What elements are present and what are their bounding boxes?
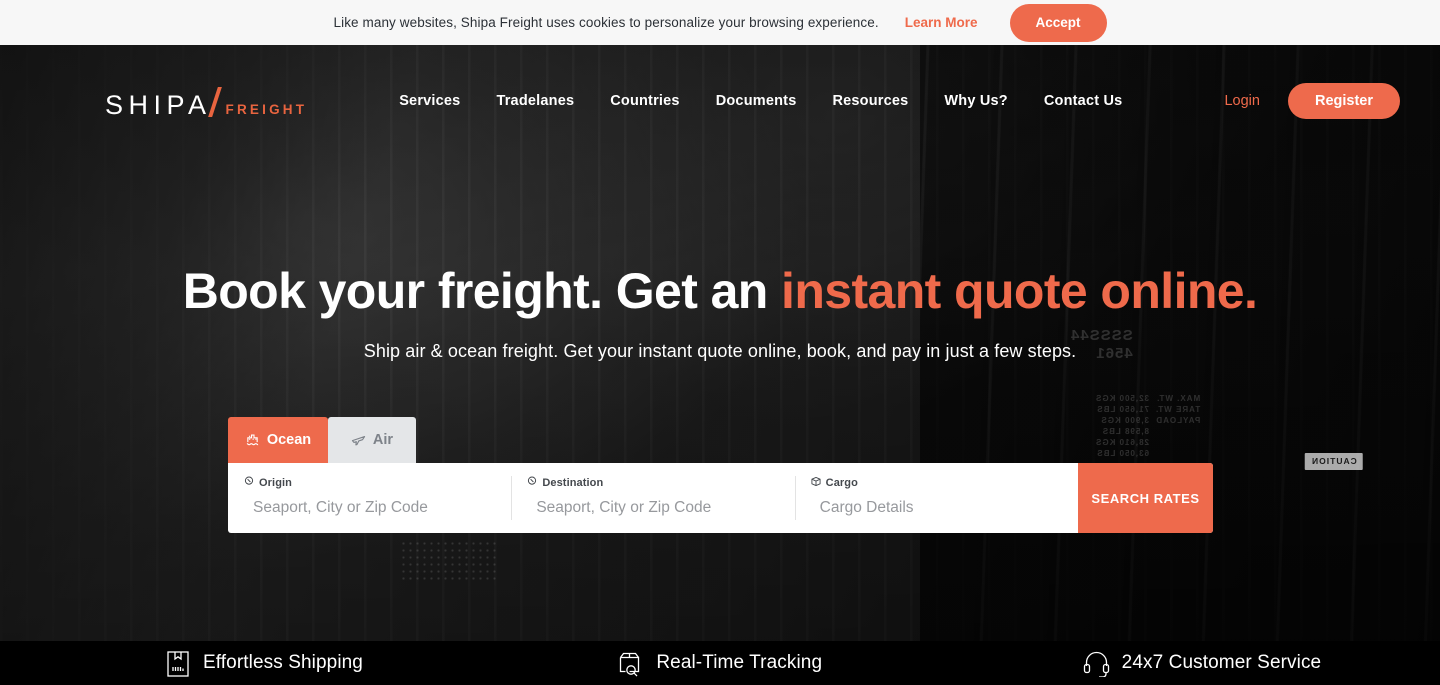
nav-item-resources[interactable]: Resources (832, 93, 908, 109)
nav-item-contact-us[interactable]: Contact Us (1044, 93, 1123, 109)
origin-label-text: Origin (259, 477, 292, 489)
main-navigation: SHIPA FREIGHT Services Tradelanes Countr… (0, 45, 1440, 157)
quote-search-widget: Ocean Air Origin Seaport, City or Zip Co… (228, 417, 1213, 533)
location-pin-icon (527, 476, 537, 490)
feature-real-time-tracking-label: Real-Time Tracking (656, 652, 823, 673)
tab-air[interactable]: Air (328, 417, 416, 463)
nav-account-actions: Login Register (1224, 83, 1400, 119)
transport-mode-tabs: Ocean Air (228, 417, 1213, 463)
decorative-dot-grid (400, 540, 496, 580)
hero-subheadline: Ship air & ocean freight. Get your insta… (363, 341, 1077, 361)
feature-highlights-bar: Effortless Shipping Real-Time Tracking 2… (0, 641, 1440, 685)
cargo-input[interactable] (819, 499, 1061, 517)
box-magnifier-icon (618, 650, 644, 677)
cookie-accept-button[interactable]: Accept (1009, 3, 1107, 42)
origin-field[interactable]: Origin (228, 463, 511, 533)
nav-links: Services Tradelanes Countries Documents … (399, 93, 1122, 109)
feature-real-time-tracking: Real-Time Tracking (522, 650, 975, 677)
plane-icon (351, 433, 366, 447)
nav-item-services[interactable]: Services (399, 93, 460, 109)
hero-headline-accent: instant quote online. (781, 263, 1258, 319)
nav-item-why-us[interactable]: Why Us? (944, 93, 1007, 109)
feature-customer-service-label: 24x7 Customer Service (1121, 652, 1322, 673)
nav-item-countries[interactable]: Countries (610, 93, 679, 109)
hero-headline-plain: Book your freight. Get an (182, 263, 782, 319)
origin-input[interactable] (253, 499, 494, 517)
nav-item-documents[interactable]: Documents (716, 93, 797, 109)
cargo-label-text: Cargo (825, 477, 858, 489)
destination-field-label: Destination (527, 476, 794, 490)
register-button[interactable]: Register (1287, 83, 1400, 119)
destination-label-text: Destination (542, 477, 604, 489)
nav-item-tradelanes[interactable]: Tradelanes (496, 93, 574, 109)
location-pin-icon (244, 476, 254, 490)
container-caution-marking: CAUTION (1305, 453, 1363, 470)
site-logo[interactable]: SHIPA FREIGHT (105, 84, 307, 119)
cookie-consent-bar: Like many websites, Shipa Freight uses c… (0, 0, 1440, 45)
hero-headline: Book your freight. Get an instant quote … (0, 263, 1440, 319)
headset-icon (1083, 650, 1110, 677)
logo-subtext: FREIGHT (225, 101, 308, 117)
tab-ocean-label: Ocean (266, 432, 312, 448)
login-link[interactable]: Login (1224, 93, 1259, 109)
feature-customer-service: 24x7 Customer Service (976, 650, 1440, 677)
tab-air-label: Air (372, 432, 394, 448)
cookie-message: Like many websites, Shipa Freight uses c… (333, 15, 879, 30)
box-icon (811, 476, 821, 490)
feature-effortless-shipping: Effortless Shipping (0, 650, 522, 677)
cargo-field[interactable]: Cargo (794, 463, 1078, 533)
origin-field-label: Origin (244, 476, 511, 490)
destination-input[interactable] (536, 499, 777, 517)
hero-section: SSSS44 4561 32,500 KGS 71,650 LBS 3,900 … (0, 45, 1440, 641)
cookie-learn-more-link[interactable]: Learn More (905, 15, 978, 30)
destination-field[interactable]: Destination (511, 463, 794, 533)
feature-effortless-shipping-label: Effortless Shipping (203, 652, 363, 673)
package-barcode-icon (165, 650, 191, 677)
logo-wordmark: SHIPA (105, 89, 212, 120)
hero-copy: Book your freight. Get an instant quote … (0, 263, 1440, 362)
ship-icon (245, 433, 260, 447)
search-rates-button[interactable]: SEARCH RATES (1077, 463, 1213, 533)
search-fields-row: Origin Destination (228, 463, 1213, 533)
cargo-field-label: Cargo (811, 476, 1078, 490)
tab-ocean[interactable]: Ocean (228, 417, 328, 463)
